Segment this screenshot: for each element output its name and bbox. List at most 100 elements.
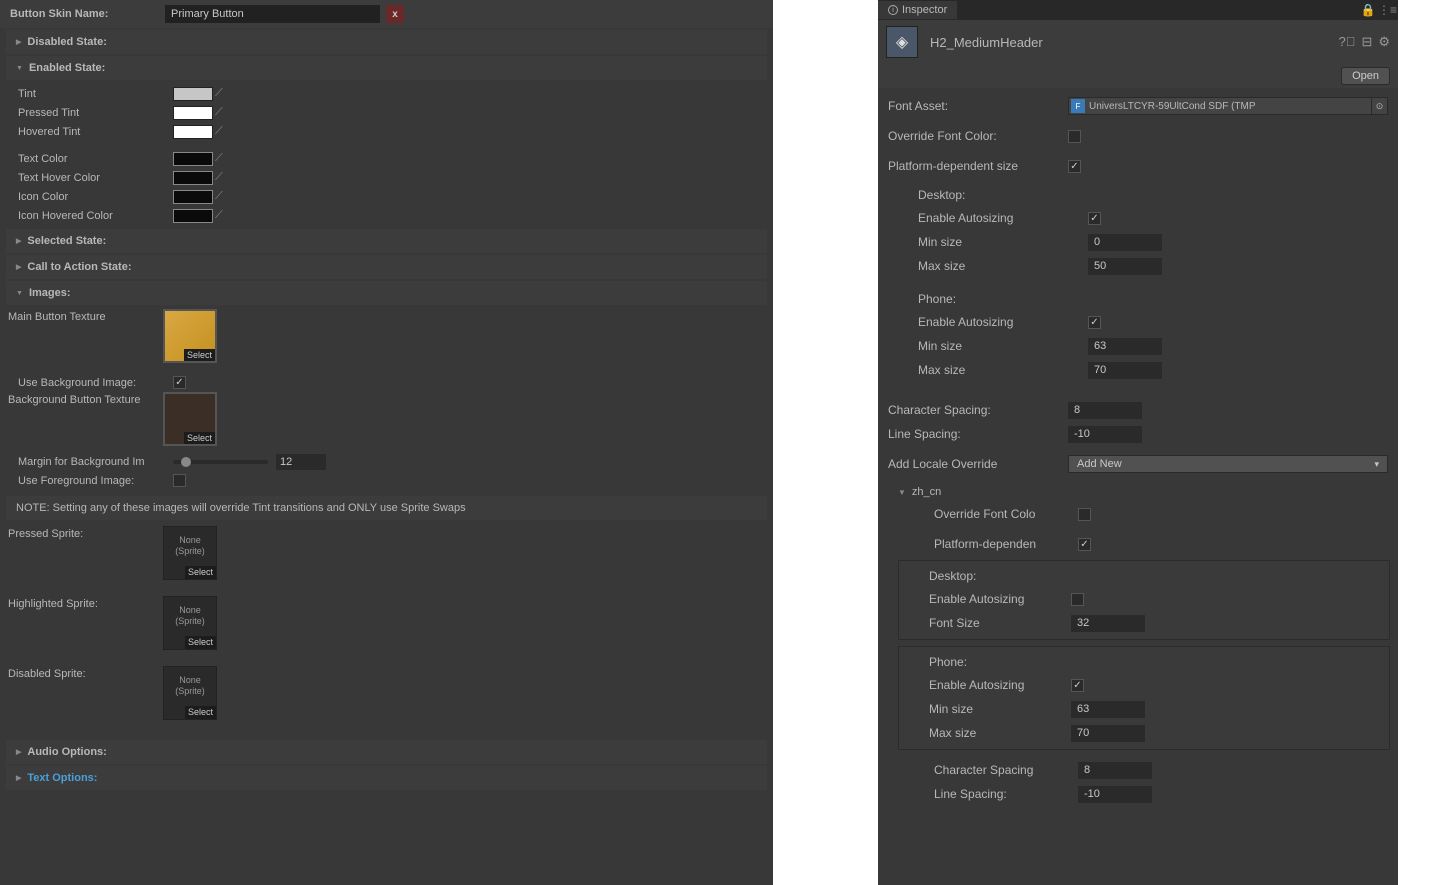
locale-desktop-autosizing-checkbox[interactable]	[1071, 593, 1084, 606]
delete-button[interactable]: x	[386, 5, 404, 23]
phone-autosizing-checkbox[interactable]	[1088, 316, 1101, 329]
main-texture-label: Main Button Texture	[8, 309, 163, 323]
eyedropper-icon[interactable]	[215, 125, 229, 139]
bg-texture-field[interactable]: Select	[163, 392, 217, 446]
font-type-icon: F	[1071, 99, 1085, 113]
menu-icon[interactable]: ⋮≡	[1378, 3, 1394, 17]
desktop-header: Desktop:	[888, 184, 1388, 206]
desktop-min-input[interactable]	[1088, 234, 1162, 251]
locale-foldout[interactable]: zh_cn	[898, 486, 1390, 498]
tab-extras: 🔒 ⋮≡	[1360, 3, 1398, 17]
none-text: None	[179, 605, 201, 615]
gear-icon[interactable]: ⚙	[1378, 34, 1390, 50]
platform-dependent-label: Platform-dependen	[934, 537, 1078, 551]
min-size-label: Min size	[918, 235, 1088, 249]
cube-icon[interactable]: ◈	[886, 26, 918, 58]
text-color-swatch[interactable]	[173, 152, 213, 166]
margin-slider[interactable]	[173, 460, 268, 464]
tab-bar: i Inspector 🔒 ⋮≡	[878, 0, 1398, 20]
locale-override-color-checkbox[interactable]	[1078, 508, 1091, 521]
locale-phone-min-input[interactable]	[1071, 701, 1145, 718]
skin-name-label: Button Skin Name:	[10, 8, 165, 20]
enable-autosizing-label: Enable Autosizing	[918, 315, 1088, 329]
select-button[interactable]: Select	[185, 566, 216, 579]
pressed-sprite-field[interactable]: None (Sprite) Select	[163, 526, 217, 580]
desktop-autosizing-checkbox[interactable]	[1088, 212, 1101, 225]
eyedropper-icon[interactable]	[215, 171, 229, 185]
help-icon[interactable]: ?⃝	[1338, 34, 1355, 50]
eyedropper-icon[interactable]	[215, 209, 229, 223]
locale-char-spacing-input[interactable]	[1078, 762, 1152, 779]
select-button[interactable]: Select	[185, 706, 216, 719]
tint-label: Tint	[18, 88, 173, 100]
locale-line-spacing-input[interactable]	[1078, 786, 1152, 803]
tint-swatch[interactable]	[173, 87, 213, 101]
images-header[interactable]: Images:	[6, 281, 767, 305]
pressed-tint-swatch[interactable]	[173, 106, 213, 120]
inspector-panel: i Inspector 🔒 ⋮≡ ◈ H2_MediumHeader ?⃝ ⊟ …	[878, 0, 1398, 885]
text-hover-color-label: Text Hover Color	[18, 172, 173, 184]
locale-phone-autosizing-checkbox[interactable]	[1071, 679, 1084, 692]
select-button[interactable]: Select	[185, 636, 216, 649]
pressed-sprite-label: Pressed Sprite:	[8, 526, 163, 540]
left-editor-panel: Button Skin Name: x Disabled State: Enab…	[0, 0, 773, 885]
cta-state-header[interactable]: Call to Action State:	[6, 255, 767, 279]
hovered-tint-swatch[interactable]	[173, 125, 213, 139]
icon-hovered-color-label: Icon Hovered Color	[18, 210, 173, 222]
enabled-body: Tint Pressed Tint Hovered Tint Text Colo…	[0, 82, 773, 227]
max-size-label: Max size	[918, 259, 1088, 273]
eyedropper-icon[interactable]	[215, 106, 229, 120]
hovered-tint-label: Hovered Tint	[18, 126, 173, 138]
main-texture-field[interactable]: Select	[163, 309, 217, 363]
disabled-state-header[interactable]: Disabled State:	[6, 30, 767, 54]
none-text: None	[179, 675, 201, 685]
icon-hovered-color-swatch[interactable]	[173, 209, 213, 223]
use-bg-checkbox[interactable]	[173, 376, 186, 389]
eyedropper-icon[interactable]	[215, 152, 229, 166]
enable-autosizing-label: Enable Autosizing	[918, 211, 1088, 225]
text-options-header[interactable]: Text Options:	[6, 766, 767, 790]
selected-state-header[interactable]: Selected State:	[6, 229, 767, 253]
disabled-sprite-field[interactable]: None (Sprite) Select	[163, 666, 217, 720]
open-button[interactable]: Open	[1341, 67, 1390, 85]
margin-input[interactable]	[276, 454, 326, 470]
audio-options-header[interactable]: Audio Options:	[6, 740, 767, 764]
desktop-header: Desktop:	[899, 565, 1389, 587]
char-spacing-input[interactable]	[1068, 402, 1142, 419]
preset-icon[interactable]: ⊟	[1361, 34, 1372, 50]
slider-thumb[interactable]	[181, 457, 191, 467]
select-button[interactable]: Select	[184, 432, 215, 444]
info-icon: i	[888, 5, 898, 15]
select-button[interactable]: Select	[184, 349, 215, 361]
locale-desktop-fontsize-input[interactable]	[1071, 615, 1145, 632]
locale-desktop-panel: Desktop: Enable Autosizing Font Size	[898, 560, 1390, 640]
skin-name-input[interactable]	[165, 5, 380, 23]
desktop-max-input[interactable]	[1088, 258, 1162, 275]
eyedropper-icon[interactable]	[215, 190, 229, 204]
min-size-label: Min size	[929, 702, 1071, 716]
inspector-body: Font Asset: F UniversLTCYR-59UltCond SDF…	[878, 88, 1398, 482]
enabled-state-header[interactable]: Enabled State:	[6, 56, 767, 80]
disabled-sprite-label: Disabled Sprite:	[8, 666, 163, 680]
inspector-tab[interactable]: i Inspector	[878, 1, 957, 19]
locale-phone-max-input[interactable]	[1071, 725, 1145, 742]
override-font-color-checkbox[interactable]	[1068, 130, 1081, 143]
use-fg-checkbox[interactable]	[173, 474, 186, 487]
platform-dependent-checkbox[interactable]	[1068, 160, 1081, 173]
skin-name-row: Button Skin Name: x	[0, 0, 773, 28]
line-spacing-input[interactable]	[1068, 426, 1142, 443]
icon-color-swatch[interactable]	[173, 190, 213, 204]
locale-platform-checkbox[interactable]	[1078, 538, 1091, 551]
object-picker-icon[interactable]: ⊙	[1372, 97, 1388, 115]
eyedropper-icon[interactable]	[215, 87, 229, 101]
add-locale-dropdown[interactable]: Add New	[1068, 455, 1388, 473]
phone-min-input[interactable]	[1088, 338, 1162, 355]
text-hover-color-swatch[interactable]	[173, 171, 213, 185]
font-asset-field[interactable]: F UniversLTCYR-59UltCond SDF (TMP	[1068, 97, 1372, 115]
font-asset-label: Font Asset:	[888, 99, 1068, 113]
highlighted-sprite-field[interactable]: None (Sprite) Select	[163, 596, 217, 650]
lock-icon[interactable]: 🔒	[1360, 3, 1376, 17]
add-locale-label: Add Locale Override	[888, 457, 1068, 471]
phone-max-input[interactable]	[1088, 362, 1162, 379]
bg-texture-label: Background Button Texture	[8, 392, 163, 406]
